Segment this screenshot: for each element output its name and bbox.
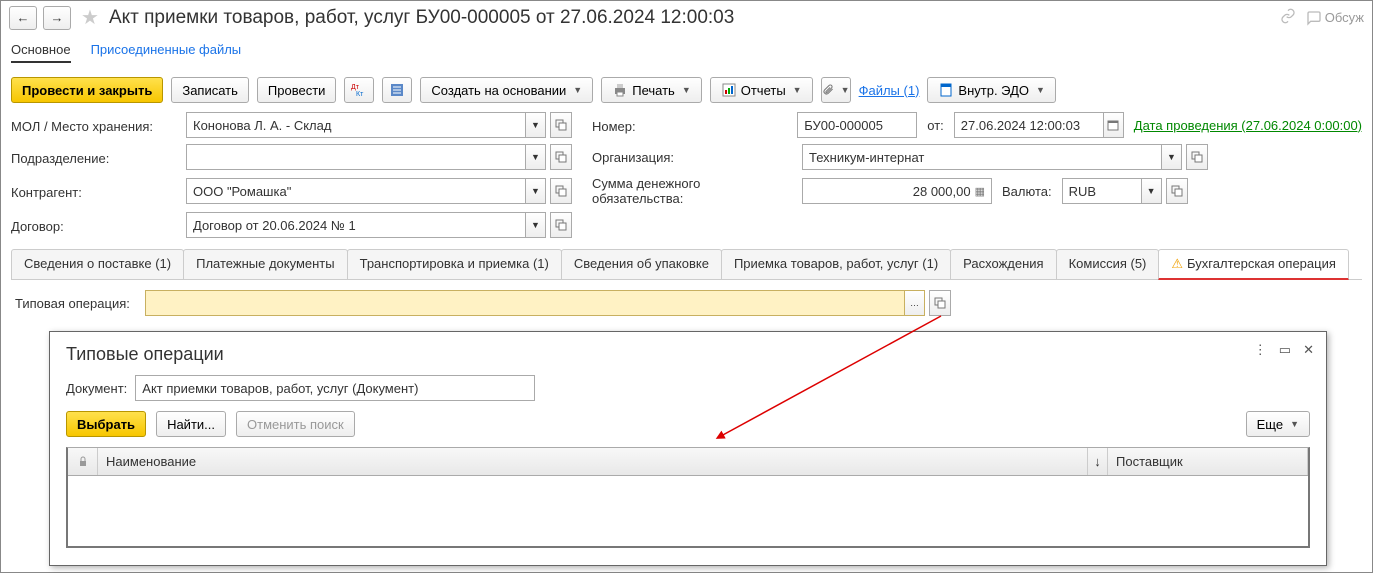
division-field[interactable] bbox=[186, 144, 526, 170]
division-open[interactable] bbox=[550, 144, 572, 170]
popup-cancel-search-button[interactable]: Отменить поиск bbox=[236, 411, 355, 437]
posting-date-link[interactable]: Дата проведения (27.06.2024 0:00:00) bbox=[1134, 118, 1362, 133]
typical-op-open[interactable] bbox=[929, 290, 951, 316]
svg-text:Дт: Дт bbox=[351, 84, 360, 91]
typical-op-select-button[interactable]: … bbox=[905, 290, 925, 316]
col-supplier[interactable]: Поставщик bbox=[1108, 448, 1308, 475]
currency-dropdown[interactable]: ▼ bbox=[1142, 178, 1162, 204]
col-name[interactable]: Наименование bbox=[98, 448, 1088, 475]
typical-op-label: Типовая операция: bbox=[15, 296, 135, 311]
counterparty-dropdown[interactable]: ▼ bbox=[526, 178, 546, 204]
popup-more-icon[interactable]: ⋮ bbox=[1254, 342, 1267, 358]
contract-label: Договор: bbox=[11, 216, 176, 234]
popup-more-button[interactable]: Еще▼ bbox=[1246, 411, 1310, 437]
division-label: Подразделение: bbox=[11, 148, 176, 166]
popup-table-body bbox=[68, 476, 1308, 546]
calculator-icon[interactable]: ▦ bbox=[975, 185, 985, 198]
tab-acceptance[interactable]: Приемка товаров, работ, услуг (1) bbox=[721, 249, 951, 280]
org-label: Организация: bbox=[592, 150, 792, 165]
section-files[interactable]: Присоединенные файлы bbox=[91, 38, 242, 63]
files-link[interactable]: Файлы (1) bbox=[859, 83, 920, 98]
contract-dropdown[interactable]: ▼ bbox=[526, 212, 546, 238]
reports-button[interactable]: Отчеты▼ bbox=[710, 77, 813, 103]
section-main[interactable]: Основное bbox=[11, 38, 71, 63]
mol-open[interactable] bbox=[550, 112, 572, 138]
currency-open[interactable] bbox=[1166, 178, 1188, 204]
tab-transport[interactable]: Транспортировка и приемка (1) bbox=[347, 249, 562, 280]
typical-op-field[interactable] bbox=[145, 290, 905, 316]
typical-operations-popup: ⋮ ▭ ✕ Типовые операции Документ: Акт при… bbox=[49, 331, 1327, 566]
division-dropdown[interactable]: ▼ bbox=[526, 144, 546, 170]
popup-table: Наименование ↓ Поставщик bbox=[66, 447, 1310, 548]
post-and-close-button[interactable]: Провести и закрыть bbox=[11, 77, 163, 103]
col-sort-icon[interactable]: ↓ bbox=[1088, 448, 1108, 475]
mol-field[interactable]: Кононова Л. А. - Склад bbox=[186, 112, 526, 138]
tab-accounting[interactable]: Бухгалтерская операция bbox=[1158, 249, 1349, 280]
discuss-icon[interactable]: Обсуж bbox=[1306, 8, 1364, 27]
print-button[interactable]: Печать▼ bbox=[601, 77, 702, 103]
favorite-star-icon[interactable]: ★ bbox=[81, 5, 99, 30]
tab-payments[interactable]: Платежные документы bbox=[183, 249, 347, 280]
counterparty-field[interactable]: ООО "Ромашка" bbox=[186, 178, 526, 204]
contract-field[interactable]: Договор от 20.06.2024 № 1 bbox=[186, 212, 526, 238]
svg-text:Кт: Кт bbox=[356, 91, 364, 98]
mol-dropdown[interactable]: ▼ bbox=[526, 112, 546, 138]
internal-edo-button[interactable]: Внутр. ЭДО▼ bbox=[927, 77, 1056, 103]
counterparty-label: Контрагент: bbox=[11, 182, 176, 200]
tab-discrepancy[interactable]: Расхождения bbox=[950, 249, 1056, 280]
counterparty-open[interactable] bbox=[550, 178, 572, 204]
nav-back-button[interactable]: ← bbox=[9, 6, 37, 30]
popup-title: Типовые операции bbox=[66, 344, 1310, 365]
popup-find-button[interactable]: Найти... bbox=[156, 411, 226, 437]
org-field[interactable]: Техникум-интернат bbox=[802, 144, 1162, 170]
save-button[interactable]: Записать bbox=[171, 77, 249, 103]
attach-button[interactable]: ▼ bbox=[821, 77, 851, 103]
date-field[interactable]: 27.06.2024 12:00:03 bbox=[954, 112, 1104, 138]
org-dropdown[interactable]: ▼ bbox=[1162, 144, 1182, 170]
col-lock-icon[interactable] bbox=[68, 448, 98, 475]
page-title: Акт приемки товаров, работ, услуг БУ00-0… bbox=[109, 7, 734, 29]
currency-label: Валюта: bbox=[1002, 184, 1052, 199]
tab-packaging[interactable]: Сведения об упаковке bbox=[561, 249, 722, 280]
from-label: от: bbox=[927, 118, 944, 133]
create-based-button[interactable]: Создать на основании▼ bbox=[420, 77, 593, 103]
currency-field[interactable]: RUB bbox=[1062, 178, 1142, 204]
sum-field[interactable]: 28 000,00▦ bbox=[802, 178, 992, 204]
number-field[interactable]: БУ00-000005 bbox=[797, 112, 917, 138]
popup-select-button[interactable]: Выбрать bbox=[66, 411, 146, 437]
org-open[interactable] bbox=[1186, 144, 1208, 170]
popup-maximize-icon[interactable]: ▭ bbox=[1279, 342, 1291, 358]
tab-commission[interactable]: Комиссия (5) bbox=[1056, 249, 1160, 280]
popup-doc-label: Документ: bbox=[66, 381, 127, 396]
popup-close-icon[interactable]: ✕ bbox=[1303, 342, 1314, 358]
mol-label: МОЛ / Место хранения: bbox=[11, 116, 176, 134]
link-icon[interactable] bbox=[1280, 8, 1296, 27]
post-button[interactable]: Провести bbox=[257, 77, 337, 103]
sum-label: Сумма денежного обязательства: bbox=[592, 176, 792, 206]
list-button[interactable] bbox=[382, 77, 412, 103]
dtkt-button[interactable]: ДтКт bbox=[344, 77, 374, 103]
number-label: Номер: bbox=[592, 116, 636, 134]
popup-doc-field[interactable]: Акт приемки товаров, работ, услуг (Докум… bbox=[135, 375, 535, 401]
nav-forward-button[interactable]: → bbox=[43, 6, 71, 30]
tab-supply[interactable]: Сведения о поставке (1) bbox=[11, 249, 184, 280]
contract-open[interactable] bbox=[550, 212, 572, 238]
date-picker-button[interactable] bbox=[1104, 112, 1124, 138]
